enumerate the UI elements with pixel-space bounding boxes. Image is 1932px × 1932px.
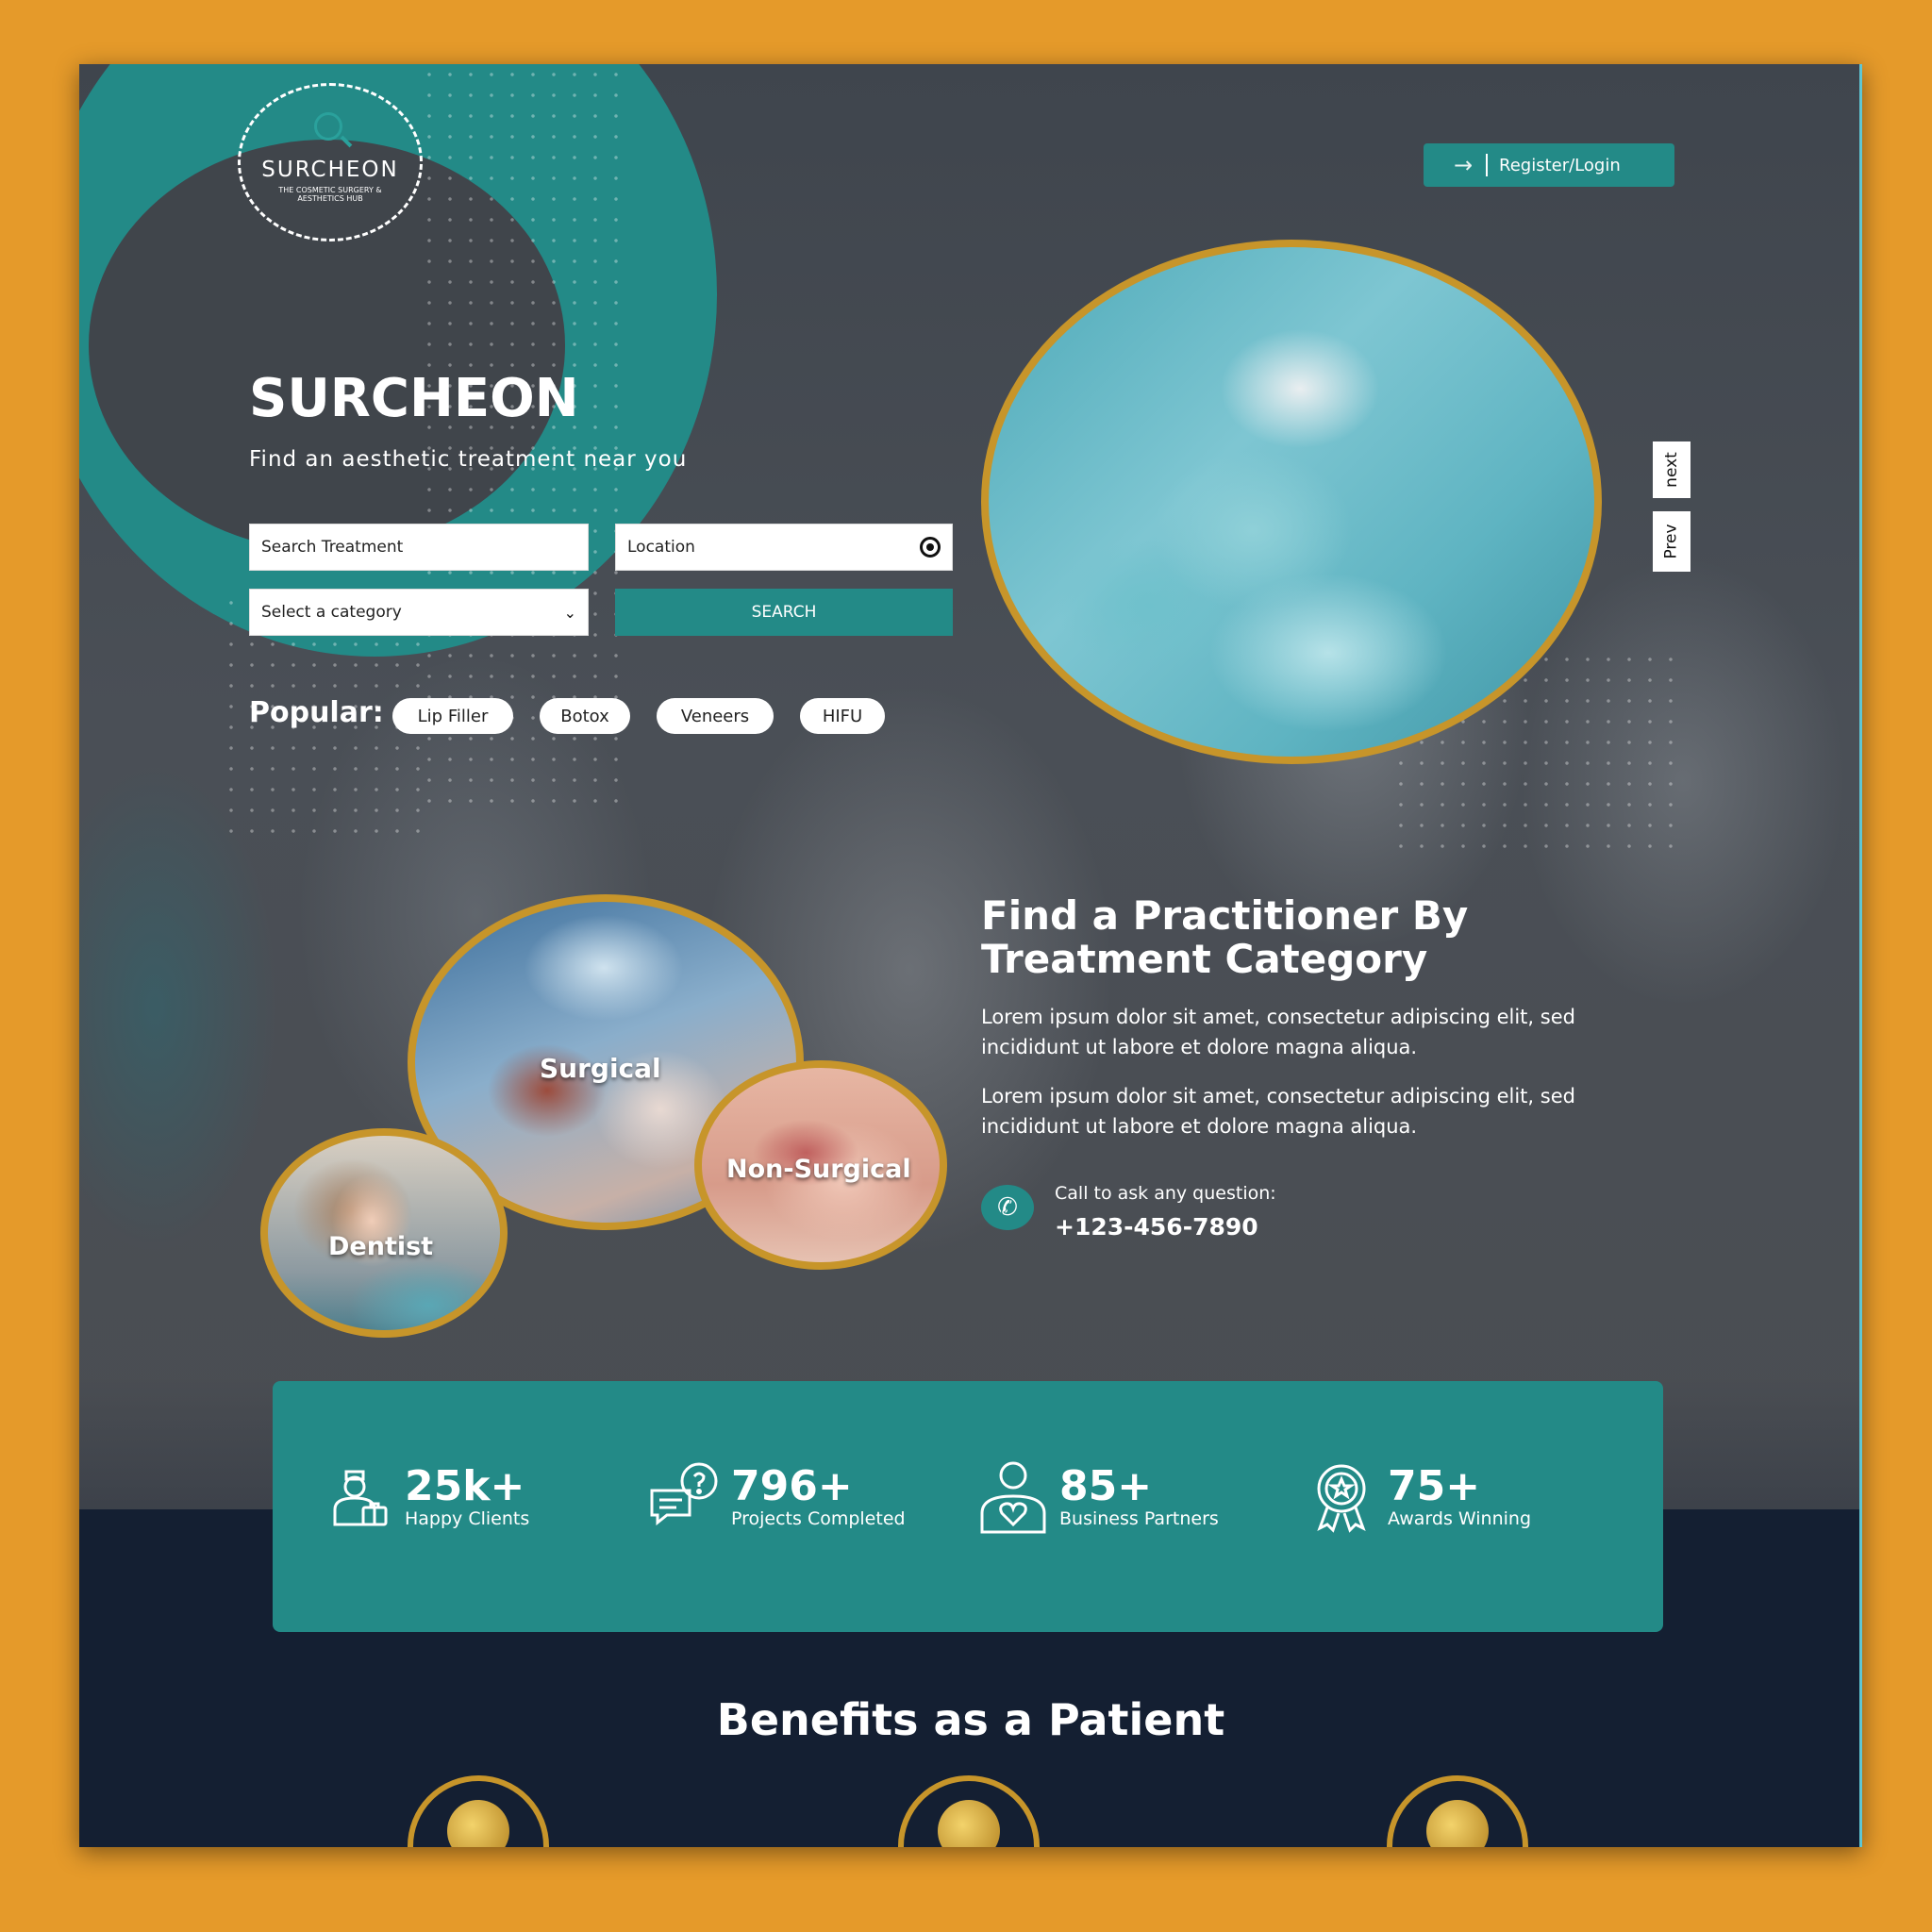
register-login-label: Register/Login bbox=[1499, 155, 1621, 175]
stat-value: 85+ bbox=[1059, 1462, 1153, 1510]
stat-projects-completed: 796+ Projects Completed bbox=[646, 1458, 906, 1536]
doctor-icon bbox=[333, 1470, 388, 1526]
category-dentist[interactable]: Dentist bbox=[260, 1128, 508, 1338]
stat-label: Awards Winning bbox=[1388, 1508, 1531, 1529]
benefits-title: Benefits as a Patient bbox=[716, 1694, 1225, 1745]
stat-business-partners: 85+ Business Partners bbox=[974, 1458, 1219, 1536]
hero-subtitle: Find an aesthetic treatment near you bbox=[249, 447, 688, 472]
divider bbox=[1486, 154, 1488, 176]
chat-question-icon bbox=[650, 1462, 718, 1526]
location-value: Location bbox=[627, 538, 695, 557]
category-non-surgical-label: Non-Surgical bbox=[726, 1155, 911, 1184]
location-input[interactable]: Location bbox=[615, 524, 953, 571]
stat-label: Projects Completed bbox=[731, 1508, 906, 1529]
popular-tag-botox[interactable]: Botox bbox=[540, 698, 630, 734]
chevron-down-icon: ⌄ bbox=[563, 603, 576, 622]
popular-label: Popular: bbox=[249, 696, 384, 729]
heart-person-icon bbox=[980, 1461, 1046, 1534]
stat-label: Business Partners bbox=[1059, 1508, 1219, 1529]
locate-icon[interactable] bbox=[920, 537, 941, 558]
search-button[interactable]: SEARCH bbox=[615, 589, 953, 636]
register-login-button[interactable]: → Register/Login bbox=[1424, 143, 1674, 187]
award-icon bbox=[1317, 1464, 1366, 1533]
carousel-next-label: next bbox=[1661, 452, 1681, 488]
hero-title: SURCHEON bbox=[249, 368, 579, 429]
page-frame: SURCHEON THE COSMETIC SURGERY & AESTHETI… bbox=[79, 64, 1862, 1847]
stats-panel: 25k+ Happy Clients 796+ Projects Complet… bbox=[273, 1381, 1663, 1632]
lock-icon bbox=[1387, 1775, 1528, 1847]
popular-tag-veneers[interactable]: Veneers bbox=[657, 698, 774, 734]
call-number[interactable]: +123-456-7890 bbox=[1055, 1213, 1258, 1241]
category-non-surgical[interactable]: Non-Surgical bbox=[694, 1060, 947, 1270]
hero-surgery-photo bbox=[981, 240, 1602, 764]
category-dentist-label: Dentist bbox=[328, 1232, 434, 1261]
carousel-prev-label: Prev bbox=[1662, 524, 1681, 559]
category-select[interactable]: Select a category ⌄ bbox=[249, 589, 589, 636]
practitioner-title: Find a Practitioner By Treatment Categor… bbox=[981, 892, 1469, 982]
category-select-value: Select a category bbox=[261, 603, 402, 622]
search-treatment-input[interactable]: Search Treatment bbox=[249, 524, 589, 571]
arrow-right-icon: → bbox=[1453, 152, 1474, 178]
logo-magnifier-icon bbox=[314, 112, 342, 141]
popular-tag-hifu[interactable]: HIFU bbox=[800, 698, 885, 734]
stat-value: 796+ bbox=[731, 1462, 853, 1510]
logo-name: SURCHEON bbox=[261, 158, 399, 182]
stat-value: 25k+ bbox=[405, 1462, 525, 1510]
hero-section: SURCHEON THE COSMETIC SURGERY & AESTHETI… bbox=[79, 64, 1859, 1509]
stat-value: 75+ bbox=[1388, 1462, 1481, 1510]
carousel-next-button[interactable]: next bbox=[1653, 441, 1690, 498]
magnifier-icon bbox=[408, 1775, 549, 1847]
popular-tag-lip-filler[interactable]: Lip Filler bbox=[392, 698, 513, 734]
carousel-prev-button[interactable]: Prev bbox=[1653, 511, 1690, 572]
phone-icon[interactable]: ✆ bbox=[981, 1185, 1034, 1230]
category-surgical-label: Surgical bbox=[540, 1053, 661, 1084]
call-label: Call to ask any question: bbox=[1055, 1183, 1276, 1204]
practitioner-paragraph: Lorem ipsum dolor sit amet, consectetur … bbox=[981, 1006, 1575, 1058]
stat-awards-winning: 75+ Awards Winning bbox=[1303, 1458, 1531, 1536]
stat-happy-clients: 25k+ Happy Clients bbox=[320, 1458, 529, 1536]
site-logo[interactable]: SURCHEON THE COSMETIC SURGERY & AESTHETI… bbox=[238, 83, 423, 242]
stat-label: Happy Clients bbox=[405, 1508, 530, 1529]
logo-tagline: THE COSMETIC SURGERY & AESTHETICS HUB bbox=[278, 186, 382, 203]
search-treatment-value: Search Treatment bbox=[261, 538, 404, 557]
practitioner-paragraph: Lorem ipsum dolor sit amet, consectetur … bbox=[981, 1085, 1575, 1138]
handshake-icon bbox=[898, 1775, 1040, 1847]
